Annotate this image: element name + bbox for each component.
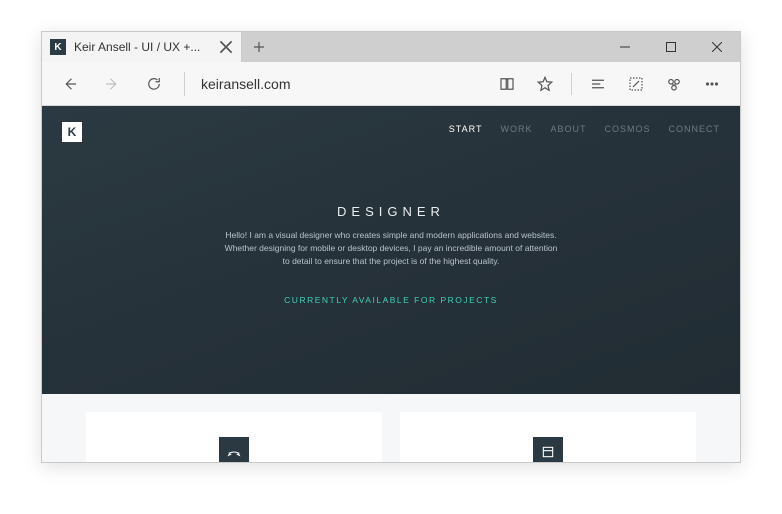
- share-button[interactable]: [656, 66, 692, 102]
- browser-window: K Keir Ansell - UI / UX +...: [41, 31, 741, 463]
- service-card[interactable]: [86, 412, 382, 462]
- close-tab-button[interactable]: [219, 40, 233, 54]
- hero-section: K START WORK ABOUT COSMOS CONNECT DESIGN…: [42, 106, 740, 394]
- web-note-button[interactable]: [618, 66, 654, 102]
- close-window-button[interactable]: [694, 32, 740, 62]
- address-separator: [184, 72, 185, 96]
- tab-title: Keir Ansell - UI / UX +...: [74, 40, 211, 54]
- pen-tool-icon: [219, 437, 249, 462]
- hero-cta-link[interactable]: CURRENTLY AVAILABLE FOR PROJECTS: [181, 295, 601, 305]
- back-button[interactable]: [52, 66, 88, 102]
- nav-link-about[interactable]: ABOUT: [550, 124, 586, 134]
- forward-button[interactable]: [94, 66, 130, 102]
- cards-section: [42, 394, 740, 462]
- hero-description: Hello! I am a visual designer who create…: [181, 229, 601, 269]
- address-bar[interactable]: [195, 76, 483, 92]
- nav-link-cosmos[interactable]: COSMOS: [604, 124, 650, 134]
- window-controls: [602, 32, 740, 62]
- toolbar-divider: [571, 73, 572, 95]
- tab-strip: K Keir Ansell - UI / UX +...: [42, 32, 740, 62]
- nav-link-work[interactable]: WORK: [500, 124, 532, 134]
- hero-title: DESIGNER: [181, 204, 601, 219]
- browser-tab[interactable]: K Keir Ansell - UI / UX +...: [42, 32, 242, 62]
- layout-icon: [533, 437, 563, 462]
- favorites-button[interactable]: [527, 66, 563, 102]
- nav-link-start[interactable]: START: [449, 124, 483, 134]
- site-nav: START WORK ABOUT COSMOS CONNECT: [449, 124, 720, 134]
- more-button[interactable]: [694, 66, 730, 102]
- maximize-button[interactable]: [648, 32, 694, 62]
- hero-content: DESIGNER Hello! I am a visual designer w…: [181, 204, 601, 305]
- hub-button[interactable]: [580, 66, 616, 102]
- new-tab-button[interactable]: [242, 32, 276, 62]
- reading-view-button[interactable]: [489, 66, 525, 102]
- refresh-button[interactable]: [136, 66, 172, 102]
- browser-toolbar: [42, 62, 740, 106]
- nav-link-connect[interactable]: CONNECT: [669, 124, 721, 134]
- minimize-button[interactable]: [602, 32, 648, 62]
- site-logo[interactable]: K: [62, 122, 82, 142]
- favicon-icon: K: [50, 39, 66, 55]
- service-card[interactable]: [400, 412, 696, 462]
- page-viewport: K START WORK ABOUT COSMOS CONNECT DESIGN…: [42, 106, 740, 462]
